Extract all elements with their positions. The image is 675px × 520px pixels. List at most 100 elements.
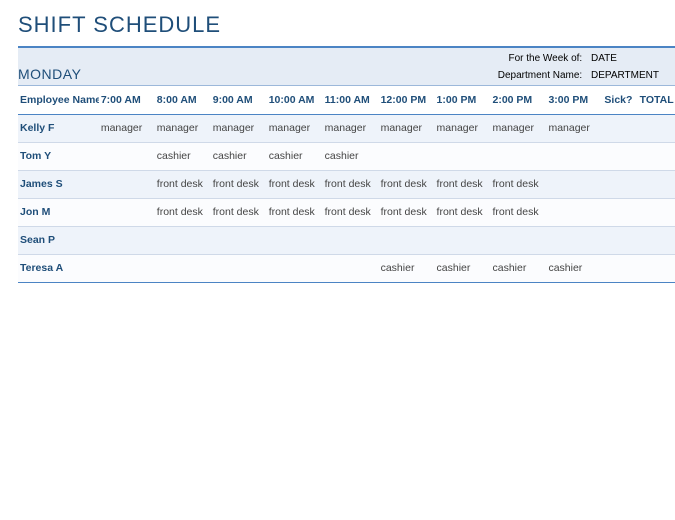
shift-cell	[99, 142, 155, 170]
sick-cell	[602, 142, 637, 170]
sick-cell	[602, 226, 637, 254]
shift-cell	[546, 170, 602, 198]
shift-cell: cashier	[379, 254, 435, 282]
col-time-7: 2:00 PM	[491, 86, 547, 114]
shift-cell: cashier	[491, 254, 547, 282]
total-cell	[638, 226, 675, 254]
shift-cell: front desk	[267, 170, 323, 198]
shift-cell: front desk	[491, 170, 547, 198]
shift-cell: manager	[435, 114, 491, 142]
shift-cell	[155, 226, 211, 254]
total-cell	[638, 170, 675, 198]
shift-cell	[211, 254, 267, 282]
shift-cell: manager	[546, 114, 602, 142]
shift-cell: manager	[323, 114, 379, 142]
shift-cell: manager	[211, 114, 267, 142]
col-time-4: 11:00 AM	[323, 86, 379, 114]
col-sick: Sick?	[602, 86, 637, 114]
shift-cell	[546, 198, 602, 226]
shift-cell	[323, 226, 379, 254]
meta-block: For the Week of: DATE Department Name: D…	[478, 50, 675, 84]
shift-cell: manager	[491, 114, 547, 142]
dept-label: Department Name:	[478, 67, 588, 84]
shift-cell	[435, 142, 491, 170]
shift-cell: cashier	[267, 142, 323, 170]
shift-cell	[491, 226, 547, 254]
total-cell	[638, 114, 675, 142]
shift-cell	[99, 254, 155, 282]
table-row: Sean P	[18, 226, 675, 254]
shift-cell	[267, 226, 323, 254]
shift-cell: front desk	[323, 198, 379, 226]
dept-value: DEPARTMENT	[591, 67, 675, 84]
shift-cell: cashier	[435, 254, 491, 282]
shift-cell	[99, 226, 155, 254]
shift-cell: front desk	[379, 170, 435, 198]
table-row: Teresa Acashiercashiercashiercashier	[18, 254, 675, 282]
shift-cell: front desk	[435, 198, 491, 226]
week-value: DATE	[591, 50, 675, 67]
total-cell	[638, 254, 675, 282]
shift-cell	[379, 226, 435, 254]
col-time-1: 8:00 AM	[155, 86, 211, 114]
col-time-2: 9:00 AM	[211, 86, 267, 114]
employee-name: Jon M	[18, 198, 99, 226]
shift-cell	[435, 226, 491, 254]
employee-name: Sean P	[18, 226, 99, 254]
header-bar: MONDAY For the Week of: DATE Department …	[18, 46, 675, 86]
shift-cell	[267, 254, 323, 282]
total-cell	[638, 198, 675, 226]
shift-cell: front desk	[211, 170, 267, 198]
shift-cell: manager	[99, 114, 155, 142]
employee-name: Kelly F	[18, 114, 99, 142]
shift-cell: front desk	[267, 198, 323, 226]
shift-cell	[546, 142, 602, 170]
week-label: For the Week of:	[478, 50, 588, 67]
shift-cell: front desk	[155, 170, 211, 198]
shift-cell	[211, 226, 267, 254]
shift-cell	[379, 142, 435, 170]
shift-cell: cashier	[546, 254, 602, 282]
employee-name: Tom Y	[18, 142, 99, 170]
col-time-8: 3:00 PM	[546, 86, 602, 114]
sick-cell	[602, 254, 637, 282]
col-time-6: 1:00 PM	[435, 86, 491, 114]
sick-cell	[602, 170, 637, 198]
total-cell	[638, 142, 675, 170]
shift-cell: front desk	[435, 170, 491, 198]
shift-cell: manager	[379, 114, 435, 142]
shift-cell	[323, 254, 379, 282]
table-row: Kelly Fmanagermanagermanagermanagermanag…	[18, 114, 675, 142]
shift-cell: cashier	[155, 142, 211, 170]
table-row: James Sfront deskfront deskfront deskfro…	[18, 170, 675, 198]
col-total: TOTAL	[638, 86, 675, 114]
shift-cell: cashier	[211, 142, 267, 170]
header-row: Employee Name 7:00 AM 8:00 AM 9:00 AM 10…	[18, 86, 675, 114]
shift-cell	[491, 142, 547, 170]
shift-cell	[546, 226, 602, 254]
shift-cell	[155, 254, 211, 282]
table-row: Tom Ycashiercashiercashiercashier	[18, 142, 675, 170]
shift-cell: cashier	[323, 142, 379, 170]
col-time-3: 10:00 AM	[267, 86, 323, 114]
page-title: SHIFT SCHEDULE	[18, 12, 675, 38]
employee-name: James S	[18, 170, 99, 198]
shift-cell: manager	[155, 114, 211, 142]
shift-cell: front desk	[379, 198, 435, 226]
sick-cell	[602, 114, 637, 142]
schedule-table: Employee Name 7:00 AM 8:00 AM 9:00 AM 10…	[18, 86, 675, 283]
shift-cell	[99, 198, 155, 226]
shift-cell: front desk	[491, 198, 547, 226]
shift-cell: front desk	[323, 170, 379, 198]
shift-cell: front desk	[211, 198, 267, 226]
table-row: Jon Mfront deskfront deskfront deskfront…	[18, 198, 675, 226]
employee-name: Teresa A	[18, 254, 99, 282]
shift-cell: manager	[267, 114, 323, 142]
col-employee: Employee Name	[18, 86, 99, 114]
shift-cell: front desk	[155, 198, 211, 226]
sick-cell	[602, 198, 637, 226]
shift-cell	[99, 170, 155, 198]
day-label: MONDAY	[18, 66, 81, 82]
col-time-0: 7:00 AM	[99, 86, 155, 114]
col-time-5: 12:00 PM	[379, 86, 435, 114]
